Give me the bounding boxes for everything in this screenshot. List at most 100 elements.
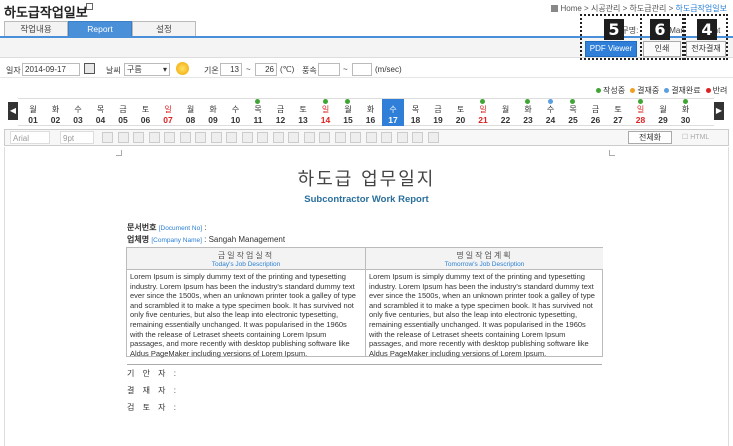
cloudy-weather-icon (176, 62, 189, 75)
tab-work-content[interactable]: 작업내용 (4, 21, 68, 37)
legend-label: 반려 (712, 86, 728, 95)
more-icon[interactable] (427, 132, 439, 143)
day-of-week: 화 (681, 105, 690, 114)
next-arrow-icon[interactable]: ▶ (714, 102, 724, 120)
day-number: 03 (73, 115, 83, 125)
breadcrumb-item[interactable]: 하도급관리 (630, 4, 667, 13)
day-cell[interactable]: 월 29 (652, 99, 674, 126)
day-number: 17 (388, 115, 398, 125)
day-cell[interactable]: 월 08 (180, 99, 202, 126)
day-cell[interactable]: 월 15 (337, 99, 359, 126)
date-input[interactable]: 2014-09-17 (22, 63, 80, 76)
day-cell[interactable]: 토 06 (135, 99, 157, 126)
status-dot-icon (255, 99, 260, 104)
day-cell[interactable]: 일 14 (315, 99, 337, 126)
status-legend: 작성중 결재중 결재완료 반려 (591, 85, 727, 96)
day-number: 05 (118, 115, 128, 125)
breadcrumb-home[interactable]: Home (560, 4, 581, 13)
temperature-min-input[interactable]: 13 (220, 63, 242, 76)
day-cell[interactable]: 금 12 (270, 99, 292, 126)
temperature-label: 기온 (204, 66, 219, 75)
day-of-week: 일 (321, 105, 330, 114)
media-icon[interactable] (365, 132, 377, 143)
corner-mark (609, 150, 615, 156)
tab-report[interactable]: Report (68, 21, 132, 37)
day-cell[interactable]: 토 27 (607, 99, 629, 126)
temperature-max-input[interactable]: 26 (255, 63, 277, 76)
today-description[interactable]: Lorem Ipsum is simply dummy text of the … (127, 272, 365, 358)
prev-arrow-icon[interactable]: ◀ (8, 102, 18, 120)
day-cell[interactable]: 토 13 (292, 99, 314, 126)
day-cell[interactable]: 토 20 (450, 99, 472, 126)
bold-icon[interactable] (102, 132, 113, 143)
callout-number: 6 (650, 19, 670, 40)
wind-max-input[interactable] (352, 63, 372, 76)
day-cell[interactable]: 화 02 (45, 99, 67, 126)
weather-select[interactable]: 구름 (124, 63, 170, 76)
day-cell[interactable]: 목 04 (90, 99, 112, 126)
day-of-week: 토 (141, 105, 150, 114)
breadcrumb-separator: > (620, 4, 630, 13)
redo-icon[interactable] (412, 132, 423, 143)
undo-icon[interactable] (396, 132, 408, 143)
calendar-icon[interactable] (84, 63, 95, 74)
day-cell[interactable]: 월 22 (495, 99, 517, 126)
breadcrumb: Home > 시공관리 > 하도급관리 > 하도급작업일보 (551, 3, 727, 14)
justify-icon[interactable] (241, 132, 253, 143)
font-color-icon[interactable] (164, 132, 175, 143)
outdent-icon[interactable] (272, 132, 284, 143)
external-link-icon[interactable] (86, 3, 93, 10)
underline-icon[interactable] (133, 132, 144, 143)
indent-icon[interactable] (257, 132, 268, 143)
italic-icon[interactable] (117, 132, 129, 143)
day-cell[interactable]: 수 03 (67, 99, 89, 126)
day-cell[interactable]: 화 30 (675, 99, 697, 126)
day-cell[interactable]: 금 26 (585, 99, 607, 126)
day-cell[interactable]: 목 25 (562, 99, 584, 126)
align-center-icon[interactable] (210, 132, 222, 143)
breadcrumb-item[interactable]: 시공관리 (591, 4, 620, 13)
tab-settings[interactable]: 설정 (132, 21, 196, 37)
align-right-icon[interactable] (226, 132, 237, 143)
day-number: 08 (185, 115, 196, 125)
day-of-week: 월 (659, 105, 667, 114)
table-icon[interactable] (288, 132, 299, 143)
day-cell[interactable]: 목 11 (247, 99, 269, 126)
wind-min-input[interactable] (318, 63, 340, 76)
day-cell[interactable]: 수 10 (225, 99, 247, 126)
day-of-week: 목 (569, 105, 577, 114)
tomorrow-description[interactable]: Lorem Ipsum is simply dummy text of the … (366, 272, 603, 358)
tomorrow-header: 명일작업계획 Tomorrow's Job Description (366, 248, 603, 270)
align-left-icon[interactable] (195, 132, 206, 143)
font-family-select[interactable]: Arial (10, 131, 50, 144)
fullscreen-button[interactable]: 전체화 (628, 131, 672, 144)
day-cell[interactable]: 일 21 (472, 99, 494, 126)
day-number: 09 (208, 115, 218, 125)
status-dot-icon (637, 99, 643, 104)
strike-icon[interactable] (148, 132, 160, 143)
day-cell[interactable]: 월 01 (22, 99, 44, 126)
day-cell[interactable]: 금 19 (427, 99, 449, 126)
day-cell[interactable]: 화 23 (517, 99, 539, 126)
legend-label: 작성중 (603, 86, 626, 95)
list-icon[interactable] (319, 132, 330, 143)
link-icon[interactable] (334, 132, 346, 143)
day-cell[interactable]: 일 07 (157, 99, 179, 126)
day-cell[interactable]: 일 28 (630, 99, 652, 126)
image-icon[interactable] (350, 132, 361, 143)
day-cell[interactable]: 화 09 (202, 99, 224, 126)
special-char-icon[interactable] (381, 132, 392, 143)
line-height-icon[interactable] (303, 132, 315, 143)
html-toggle[interactable]: ☐ HTML (682, 133, 709, 141)
weather-label: 날씨 (106, 66, 121, 75)
signature-divider (127, 364, 602, 365)
day-cell[interactable]: 금 05 (112, 99, 134, 126)
day-cell[interactable]: 화 16 (360, 99, 382, 126)
day-of-week: 목 (96, 105, 105, 114)
bg-color-icon[interactable] (179, 132, 191, 143)
font-size-select[interactable]: 9pt (60, 131, 94, 144)
day-number: 20 (455, 115, 466, 125)
day-cell[interactable]: 수 24 (540, 99, 562, 126)
day-cell[interactable]: 수 17 (382, 99, 404, 126)
day-cell[interactable]: 목 18 (405, 99, 427, 126)
